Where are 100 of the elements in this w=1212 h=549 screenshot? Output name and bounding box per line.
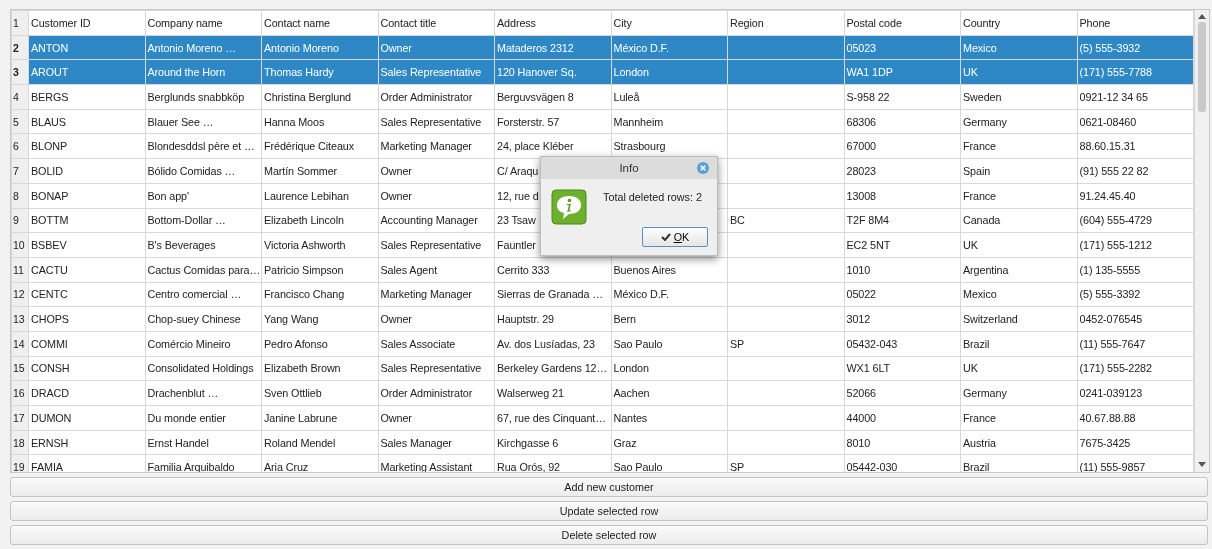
table-cell: Sales Representative [378, 232, 495, 258]
table-cell: 8010 [844, 430, 961, 455]
table-cell: 05432-043 [844, 331, 961, 357]
up-arrow-icon[interactable] [1198, 13, 1206, 19]
table-cell: 3012 [844, 306, 961, 332]
table-cell: (5) 555-3392 [1077, 282, 1194, 307]
table-cell: 1010 [844, 257, 961, 283]
row-number[interactable]: 11 [11, 257, 29, 283]
row-number[interactable]: 17 [11, 405, 29, 431]
table-cell: Order Administrator [378, 380, 495, 406]
table-cell: 05022 [844, 282, 961, 307]
table-cell: Sales Representative [378, 356, 495, 381]
table-cell: Switzerland [960, 306, 1077, 332]
table-cell: Janine Labrune [261, 405, 378, 431]
table-cell: 0452-076545 [1077, 306, 1194, 332]
table-cell: CACTU [28, 257, 145, 283]
table-cell: Graz [611, 430, 728, 455]
table-cell: BOLID [28, 158, 145, 184]
table-cell: Kirchgasse 6 [494, 430, 611, 455]
row-number[interactable]: 4 [11, 84, 29, 110]
row-number[interactable]: 2 [11, 35, 29, 60]
row-number[interactable]: 15 [11, 356, 29, 381]
row-number[interactable]: 6 [11, 133, 29, 159]
table-cell: Francisco Chang [261, 282, 378, 307]
table-cell: Mannheim [611, 109, 728, 134]
table-cell: COMMI [28, 331, 145, 357]
table-cell: (171) 555-1212 [1077, 232, 1194, 258]
table-cell: Sierras de Granada … [494, 282, 611, 307]
table-cell: 7675-3425 [1077, 430, 1194, 455]
table-cell: BC [727, 208, 844, 233]
table-cell: (5) 555-3932 [1077, 35, 1194, 60]
table-cell: T2F 8M4 [844, 208, 961, 233]
header-cell: Phone [1077, 10, 1194, 36]
table-cell: Yang Wang [261, 306, 378, 332]
table-cell: Sales Agent [378, 257, 495, 283]
table-cell: Walserweg 21 [494, 380, 611, 406]
table-cell: Sales Representative [378, 59, 495, 85]
table-cell: (1) 135-5555 [1077, 257, 1194, 283]
table-cell: Hanna Moos [261, 109, 378, 134]
info-icon [551, 189, 587, 225]
table-cell: Chop-suey Chinese [145, 306, 262, 332]
action-button[interactable]: Update selected row [10, 501, 1208, 522]
table-cell: 52066 [844, 380, 961, 406]
header-cell: City [611, 10, 728, 36]
table-cell: 0241-039123 [1077, 380, 1194, 406]
table-cell: Order Administrator [378, 84, 495, 110]
check-icon [660, 233, 671, 241]
table-cell: Laurence Lebihan [261, 183, 378, 208]
header-cell: Contact name [261, 10, 378, 36]
row-number[interactable]: 18 [11, 430, 29, 455]
row-number[interactable]: 12 [11, 282, 29, 307]
row-number[interactable]: 8 [11, 183, 29, 208]
table-cell: Frédérique Citeaux [261, 133, 378, 159]
row-number[interactable]: 7 [11, 158, 29, 184]
row-number[interactable]: 13 [11, 306, 29, 332]
table-cell: Owner [378, 158, 495, 184]
table-cell: UK [960, 356, 1077, 381]
table-cell: 88.60.15.31 [1077, 133, 1194, 159]
row-number[interactable]: 5 [11, 109, 29, 134]
scrollbar-thumb[interactable] [1198, 22, 1206, 112]
table-cell: S-958 22 [844, 84, 961, 110]
row-number[interactable]: 3 [11, 59, 29, 85]
table-cell: 0621-08460 [1077, 109, 1194, 134]
table-cell: Bottom-Dollar … [145, 208, 262, 233]
table-cell: CHOPS [28, 306, 145, 332]
row-number: 1 [11, 10, 29, 36]
table-cell: Mexico [960, 282, 1077, 307]
ok-button[interactable]: OK [642, 227, 708, 247]
table-cell: Comércio Mineiro [145, 331, 262, 357]
table-cell: (91) 555 22 82 [1077, 158, 1194, 184]
table-cell: ERNSH [28, 430, 145, 455]
table-cell: Nantes [611, 405, 728, 431]
table-cell: Elizabeth Lincoln [261, 208, 378, 233]
table-cell: WA1 1DP [844, 59, 961, 85]
row-number[interactable]: 16 [11, 380, 29, 406]
close-icon[interactable] [697, 162, 709, 174]
dialog-title: Info [619, 162, 639, 174]
table-cell: UK [960, 232, 1077, 258]
row-number[interactable]: 10 [11, 232, 29, 258]
table-cell: Around the Horn [145, 59, 262, 85]
scrollbar[interactable] [1194, 10, 1209, 473]
table-cell: Owner [378, 35, 495, 60]
table-cell: 91.24.45.40 [1077, 183, 1194, 208]
table-cell: B's Beverages [145, 232, 262, 258]
table-cell: DRACD [28, 380, 145, 406]
down-arrow-icon[interactable] [1198, 462, 1206, 469]
table-cell: Cactus Comidas para… [145, 257, 262, 283]
table-cell: Antonio Moreno … [145, 35, 262, 60]
table-cell: Germany [960, 380, 1077, 406]
table-cell: Thomas Hardy [261, 59, 378, 85]
action-button[interactable]: Delete selected row [10, 525, 1208, 545]
row-number[interactable]: 14 [11, 331, 29, 357]
row-number[interactable]: 9 [11, 208, 29, 233]
table-cell: BOTTM [28, 208, 145, 233]
table-cell: Hauptstr. 29 [494, 306, 611, 332]
table-cell: ANTON [28, 35, 145, 60]
table-cell: Mexico [960, 35, 1077, 60]
table-cell: Owner [378, 306, 495, 332]
table-cell: WX1 6LT [844, 356, 961, 381]
action-button[interactable]: Add new customer [10, 477, 1208, 498]
